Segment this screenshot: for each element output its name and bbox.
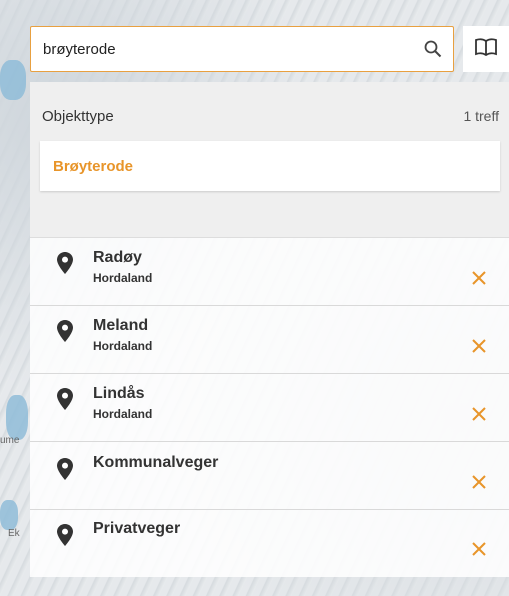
location-pin-icon xyxy=(57,252,73,274)
search-input[interactable] xyxy=(31,27,413,71)
filter-title: Radøy xyxy=(93,249,142,266)
close-icon[interactable] xyxy=(471,541,487,557)
filter-subtitle: Hordaland xyxy=(93,339,153,353)
water-area xyxy=(0,500,18,530)
filter-title: Meland xyxy=(93,317,149,334)
result-group-title: Objekttype xyxy=(42,108,114,125)
filter-row[interactable]: Meland Hordaland xyxy=(30,306,509,374)
filter-title: Kommunalveger xyxy=(93,454,219,471)
close-icon[interactable] xyxy=(471,338,487,354)
result-item[interactable]: Brøyterode xyxy=(40,141,500,191)
filter-title: Privatveger xyxy=(93,520,181,537)
hit-count: 1 treff xyxy=(463,108,499,124)
search-icon[interactable] xyxy=(413,27,453,71)
location-pin-icon xyxy=(57,524,73,546)
filter-row[interactable]: Kommunalveger xyxy=(30,442,509,510)
close-icon[interactable] xyxy=(471,406,487,422)
filter-subtitle: Hordaland xyxy=(93,271,153,285)
filter-row[interactable]: Privatveger xyxy=(30,510,509,578)
water-area xyxy=(0,60,26,100)
map-place-label: Ek xyxy=(8,528,20,539)
book-icon xyxy=(475,37,497,61)
water-area xyxy=(6,395,28,440)
location-pin-icon xyxy=(57,458,73,480)
filter-subtitle: Hordaland xyxy=(93,407,153,421)
close-icon[interactable] xyxy=(471,474,487,490)
filter-list: Radøy Hordaland Meland Hordaland Lindås … xyxy=(30,237,509,577)
location-pin-icon xyxy=(57,388,73,410)
search-box[interactable] xyxy=(30,26,454,72)
catalog-button[interactable] xyxy=(463,26,509,72)
filter-row[interactable]: Radøy Hordaland xyxy=(30,238,509,306)
search-results-panel: Objekttype 1 treff Brøyterode xyxy=(30,82,509,237)
result-item-label: Brøyterode xyxy=(53,158,134,175)
filter-row[interactable]: Lindås Hordaland xyxy=(30,374,509,442)
location-pin-icon xyxy=(57,320,73,342)
filter-title: Lindås xyxy=(93,385,145,402)
close-icon[interactable] xyxy=(471,270,487,286)
map-place-label: ume xyxy=(0,435,20,446)
